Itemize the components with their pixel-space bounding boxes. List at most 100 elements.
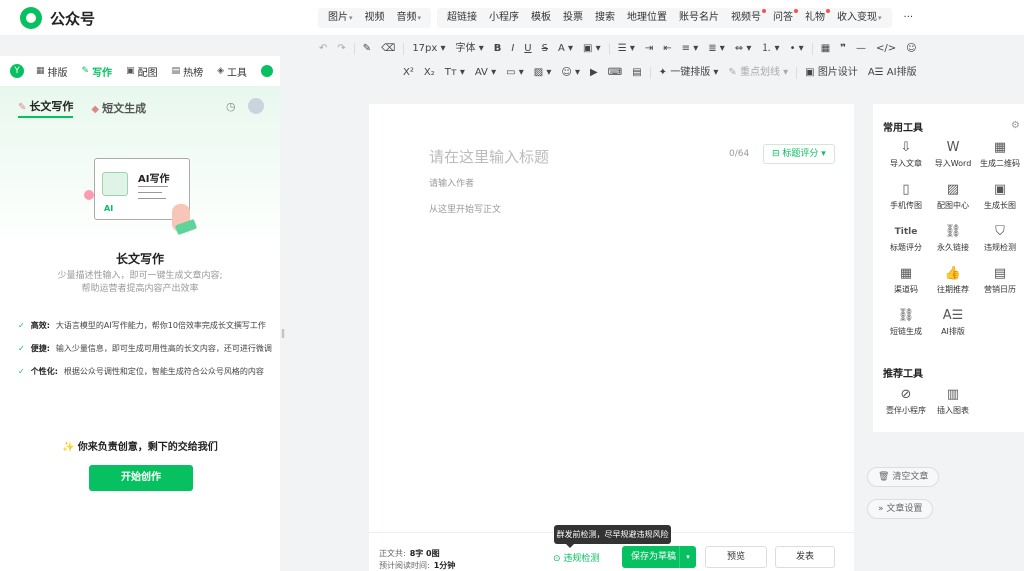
panel-collapse-handle[interactable]: ‖ [279,322,287,346]
ordered-list-icon[interactable]: ⒈ ▾ [756,38,784,60]
menu-template[interactable]: 模板 [525,8,557,28]
tab-tools[interactable]: ◈ 工具 [217,64,247,79]
menu-audio[interactable]: 音频▾ [391,8,428,28]
letter-spacing-icon[interactable]: ⇔ ▾ [730,38,757,60]
tab-write[interactable]: ✎ 写作 [82,64,113,79]
video-icon[interactable]: ▶ [585,62,603,84]
body-editor[interactable]: 从这里开始写正文 [429,202,501,215]
tab-layout[interactable]: ▦ 排版 [36,64,68,79]
text-effect-icon[interactable]: AV ▾ [470,62,501,84]
tool-insert-chart[interactable]: ▥ 插入图表 [930,387,976,416]
table-icon[interactable]: ▦ [816,38,835,60]
menu-monetize[interactable]: 收入变现▾ [831,8,888,28]
undo-icon[interactable]: ↶ [314,38,332,60]
preview-button[interactable]: 预览 [705,546,767,568]
image-design-button[interactable]: ▣ 图片设计 [800,62,863,84]
eraser-icon: ◆ [91,104,100,115]
tool-image-center[interactable]: ▨ 配图中心 [930,182,976,211]
menu-miniprogram[interactable]: 小程序 [483,8,525,28]
outdent-icon[interactable]: ⇤ [658,38,676,60]
menu-video[interactable]: 视频 [359,8,391,28]
save-draft-button[interactable]: 保存为草稿 ▾ [622,546,696,568]
background-color-icon[interactable]: ▣ ▾ [578,38,606,60]
gear-icon[interactable]: ⚙ [1011,120,1020,131]
line-height-icon[interactable]: ≡ ▾ [677,38,704,60]
align-icon[interactable]: ☰ ▾ [613,38,640,60]
menu-search[interactable]: 搜索 [589,8,621,28]
panel-toggle[interactable] [261,65,274,77]
paragraph-spacing-icon[interactable]: ≣ ▾ [703,38,730,60]
border-icon[interactable]: ▭ ▾ [501,62,529,84]
strikethrough-icon[interactable]: S [537,38,553,60]
tool-import-article[interactable]: ⇩ 导入文章 [883,140,929,169]
read-time: 预计阅读时间: 1分钟 [379,561,456,570]
chevron-down-icon[interactable]: ▾ [679,546,696,568]
history-icon[interactable]: ◷ [226,100,236,113]
app-logo[interactable]: 公众号 [20,7,95,29]
font-size-select[interactable]: 17px ▾ [407,38,450,60]
code-icon[interactable]: </> [871,38,901,60]
font-color-icon[interactable]: A ▾ [553,38,578,60]
tab-hot-list[interactable]: ▤ 热榜 [172,64,204,79]
divider [608,43,610,55]
avatar[interactable] [248,98,264,114]
tab-image[interactable]: ▣ 配图 [126,64,158,79]
divider [403,43,405,55]
tool-marketing-calendar[interactable]: ▤ 营销日历 [977,266,1023,295]
tool-violation-check[interactable]: ⛉ 违规检测 [977,224,1023,253]
one-click-layout-button[interactable]: ✦ 一键排版 ▾ [654,62,724,84]
start-creating-button[interactable]: 开始创作 [89,465,193,491]
divider-line-icon[interactable]: — [851,38,871,60]
article-settings-button[interactable]: » 文章设置 [867,499,934,519]
tab-short-article[interactable]: ◆ 短文生成 [91,100,146,116]
highlight-line-button[interactable]: ✎ 重点划线 ▾ [723,62,793,84]
menu-image[interactable]: 图片▾ [322,8,359,28]
title-score-button[interactable]: ⊟ 标题评分 ▾ [763,144,835,164]
menu-hyperlink[interactable]: 超链接 [441,8,483,28]
menu-vote[interactable]: 投票 [557,8,589,28]
underline-icon[interactable]: U [519,38,536,60]
tool-import-word[interactable]: W 导入Word [930,140,976,169]
tool-short-link[interactable]: ⛓ 短链生成 [883,308,929,337]
quote-icon[interactable]: ❞ [835,38,851,60]
tab-long-article[interactable]: ✎ 长文写作 [18,98,74,118]
clear-icon[interactable]: ▤ [627,62,646,84]
tool-channel-code[interactable]: ▦ 渠道码 [883,266,929,295]
clear-article-button[interactable]: 🗑 清空文章 [867,467,940,487]
tool-ai-layout[interactable]: A☰ AI排版 [930,308,976,337]
bullet-list-icon[interactable]: • ▾ [785,38,809,60]
format-painter-icon[interactable]: ✎ [358,38,376,60]
publish-button[interactable]: 发表 [775,546,835,568]
text-case-icon[interactable]: Tт ▾ [440,62,470,84]
menu-qa[interactable]: 问答 [767,8,799,28]
violation-check-button[interactable]: ⊙ 违规检测 [553,551,599,564]
font-family-select[interactable]: 字体 ▾ [451,38,489,60]
tool-past-recommend[interactable]: 👍 往期推荐 [930,266,976,295]
subscript-icon[interactable]: X₂ [419,62,440,84]
redo-icon[interactable]: ↷ [332,38,350,60]
clear-format-icon[interactable]: ⌫ [376,38,400,60]
emoji-icon[interactable]: ☺ [901,38,921,60]
menu-gift[interactable]: 礼物 [799,8,831,28]
menu-location[interactable]: 地理位置 [621,8,673,28]
tool-long-image[interactable]: ▣ 生成长图 [977,182,1023,211]
tool-permanent-link[interactable]: ⛓ 永久链接 [930,224,976,253]
superscript-icon[interactable]: X² [398,62,419,84]
insert-image-icon[interactable]: ▨ ▾ [529,62,557,84]
author-input[interactable]: 请输入作者 [429,176,474,189]
tool-title-score[interactable]: Title 标题评分 [883,224,929,253]
violation-tooltip: 群发前检测，尽早规避违规风险 [554,525,671,548]
italic-icon[interactable]: I [506,38,519,60]
html-icon[interactable]: ⌨ [603,62,627,84]
sticker-icon[interactable]: ☺ ▾ [556,62,585,84]
tool-generate-qrcode[interactable]: ▦ 生成二维码 [977,140,1023,169]
bold-icon[interactable]: B [489,38,507,60]
indent-icon[interactable]: ⇥ [640,38,658,60]
ai-layout-button[interactable]: A☰ AI排版 [863,62,922,84]
more-menu-button[interactable]: ··· [898,8,920,28]
title-input[interactable]: 请在这里输入标题 [429,146,549,167]
tool-mini-program[interactable]: ⊘ 壹伴小程序 [883,387,929,416]
menu-channels[interactable]: 视频号 [725,8,767,28]
menu-account-card[interactable]: 账号名片 [673,8,725,28]
tool-phone-upload[interactable]: ▯ 手机传图 [883,182,929,211]
